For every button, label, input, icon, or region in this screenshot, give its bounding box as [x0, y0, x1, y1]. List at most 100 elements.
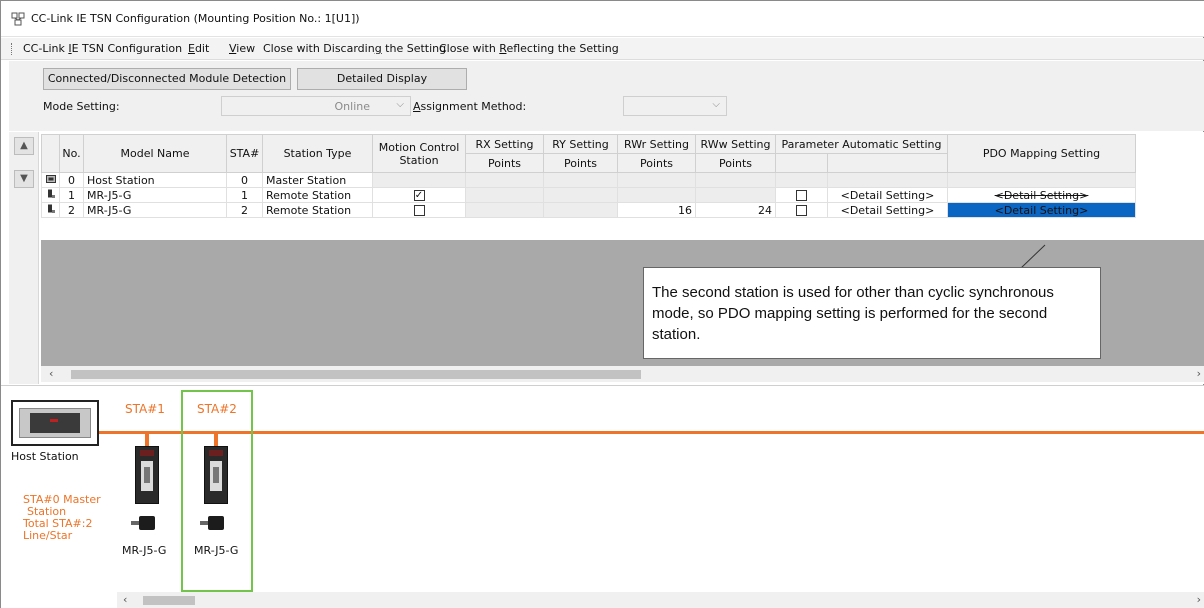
- servo-motor-icon: [131, 516, 157, 530]
- col-subheader-points: Points: [695, 153, 776, 173]
- param-detail-setting-link[interactable]: <Detail Setting>: [827, 202, 948, 218]
- menu-edit[interactable]: Edit: [188, 42, 209, 55]
- host-station-label: Host Station: [11, 450, 79, 463]
- chevron-down-icon: ⌵: [712, 99, 720, 110]
- param-auto-checkbox[interactable]: [775, 187, 828, 203]
- station-table: No. Model Name STA# Station Type Motion …: [41, 134, 1136, 218]
- selected-station-frame: [181, 390, 253, 592]
- table-row[interactable]: 1 MR-J5-G 1 Remote Station ✓ <Detail Set…: [41, 187, 1136, 203]
- mode-setting-value: Online: [334, 100, 370, 113]
- row-rww: [695, 172, 776, 188]
- vertical-scrollbar[interactable]: ▲ ▼: [9, 132, 39, 384]
- param-detail-setting-link[interactable]: <Detail Setting>: [827, 187, 948, 203]
- plc-module-icon: [19, 408, 91, 438]
- row-model: Host Station: [83, 172, 227, 188]
- table-row[interactable]: 0 Host Station 0 Master Station: [41, 172, 1136, 188]
- row-station-type: Remote Station: [262, 202, 373, 218]
- menu-view[interactable]: View: [229, 42, 255, 55]
- network-config-icon: [11, 12, 25, 26]
- table-header-row: No. Model Name STA# Station Type Motion …: [41, 134, 1136, 173]
- callout-pointer: [1020, 244, 1046, 269]
- col-subheader-blank: [775, 153, 828, 173]
- pdo-detail-setting-link[interactable]: <Detail Setting>: [947, 187, 1136, 203]
- row-model: MR-J5-G: [83, 202, 227, 218]
- module-detection-button[interactable]: Connected/Disconnected Module Detection: [43, 68, 291, 90]
- col-subheader-points: Points: [617, 153, 696, 173]
- col-header-no[interactable]: No.: [59, 134, 84, 173]
- motion-control-checkbox[interactable]: ✓: [372, 187, 466, 203]
- drop-line-sta1: [145, 434, 149, 446]
- scroll-left-icon[interactable]: ‹: [49, 367, 53, 380]
- menu-bar: CC-Link IE TSN Configuration Edit View C…: [1, 38, 1204, 60]
- mode-setting-label: Mode Setting:: [43, 100, 120, 113]
- scroll-left-icon[interactable]: ‹: [123, 593, 127, 606]
- top-panel: Connected/Disconnected Module Detection …: [9, 61, 1204, 131]
- window-title: CC-Link IE TSN Configuration (Mounting P…: [31, 12, 360, 25]
- row-rww[interactable]: 24: [695, 202, 776, 218]
- device1-label: MR-J5-G: [122, 544, 167, 557]
- col-header-pdo-mapping[interactable]: PDO Mapping Setting: [947, 134, 1136, 173]
- host-station-icon: [41, 172, 60, 188]
- scroll-thumb[interactable]: [71, 370, 641, 379]
- title-bar: CC-Link IE TSN Configuration (Mounting P…: [1, 1, 1204, 37]
- param-auto-checkbox[interactable]: [775, 202, 828, 218]
- row-sta: 2: [226, 202, 263, 218]
- row-motion-control: [372, 172, 466, 188]
- table-row[interactable]: 2 MR-J5-G 2 Remote Station 16 24 <Detail…: [41, 202, 1136, 218]
- col-header-rwr[interactable]: RWr Setting: [617, 134, 696, 154]
- col-header-station-type[interactable]: Station Type: [262, 134, 373, 173]
- col-subheader-points: Points: [543, 153, 618, 173]
- row-rwr: [617, 172, 696, 188]
- row-no: 1: [59, 187, 84, 203]
- menu-grip-icon: [11, 43, 13, 55]
- scroll-down-icon[interactable]: ▼: [14, 170, 34, 188]
- grid-horizontal-scrollbar[interactable]: ‹ ›: [41, 366, 1204, 382]
- assignment-method-select[interactable]: ⌵: [623, 96, 727, 116]
- col-header-rww[interactable]: RWw Setting: [695, 134, 776, 154]
- row-ry: [543, 187, 618, 203]
- configuration-window: CC-Link IE TSN Configuration (Mounting P…: [0, 0, 1204, 608]
- row-station-type: Master Station: [262, 172, 373, 188]
- col-header-parameter-auto[interactable]: Parameter Automatic Setting: [775, 134, 948, 154]
- col-subheader-blank: [827, 153, 948, 173]
- scroll-thumb[interactable]: [143, 596, 195, 605]
- scroll-up-icon[interactable]: ▲: [14, 137, 34, 155]
- scroll-right-icon[interactable]: ›: [1197, 367, 1201, 380]
- row-rwr: [617, 187, 696, 203]
- host-station-module[interactable]: [11, 400, 99, 446]
- row-param-check: [775, 172, 828, 188]
- menu-close-discarding[interactable]: Close with Discarding the Setting: [263, 42, 446, 55]
- col-header-rx[interactable]: RX Setting: [465, 134, 544, 154]
- row-param-detail: [827, 172, 948, 188]
- row-pdo: [947, 172, 1136, 188]
- col-header-sta[interactable]: STA#: [226, 134, 263, 173]
- assignment-method-label: Assignment Method:: [413, 100, 527, 113]
- menu-cc-link-ie-tsn-configuration[interactable]: CC-Link IE TSN Configuration: [23, 42, 182, 55]
- col-header-ry[interactable]: RY Setting: [543, 134, 618, 154]
- col-header-motion-control[interactable]: Motion Control Station: [372, 134, 466, 173]
- diagram-horizontal-scrollbar[interactable]: ‹ ›: [117, 592, 1204, 608]
- host-info-topology: Line/Star: [23, 529, 73, 542]
- row-rww: [695, 187, 776, 203]
- chevron-down-icon: ⌵: [396, 99, 404, 110]
- row-rx: [465, 172, 544, 188]
- col-header-icon: [41, 134, 60, 173]
- menu-close-reflecting[interactable]: Close with Reflecting the Setting: [439, 42, 619, 55]
- pdo-detail-setting-selected[interactable]: <Detail Setting>: [947, 202, 1136, 218]
- row-rwr[interactable]: 16: [617, 202, 696, 218]
- sta1-header: STA#1: [125, 402, 165, 416]
- motion-control-checkbox[interactable]: [372, 202, 466, 218]
- row-rx: [465, 187, 544, 203]
- row-ry: [543, 172, 618, 188]
- row-sta: 1: [226, 187, 263, 203]
- mode-setting-select[interactable]: Online ⌵: [221, 96, 411, 116]
- network-diagram: Host Station STA#0 Master Station Total …: [1, 385, 1204, 608]
- col-header-model[interactable]: Model Name: [83, 134, 227, 173]
- row-no: 0: [59, 172, 84, 188]
- row-sta: 0: [226, 172, 263, 188]
- scroll-right-icon[interactable]: ›: [1197, 593, 1201, 606]
- col-subheader-points: Points: [465, 153, 544, 173]
- detailed-display-button[interactable]: Detailed Display: [297, 68, 467, 90]
- servo-amplifier-icon[interactable]: [135, 446, 159, 504]
- checkmark-icon: ✓: [413, 190, 425, 201]
